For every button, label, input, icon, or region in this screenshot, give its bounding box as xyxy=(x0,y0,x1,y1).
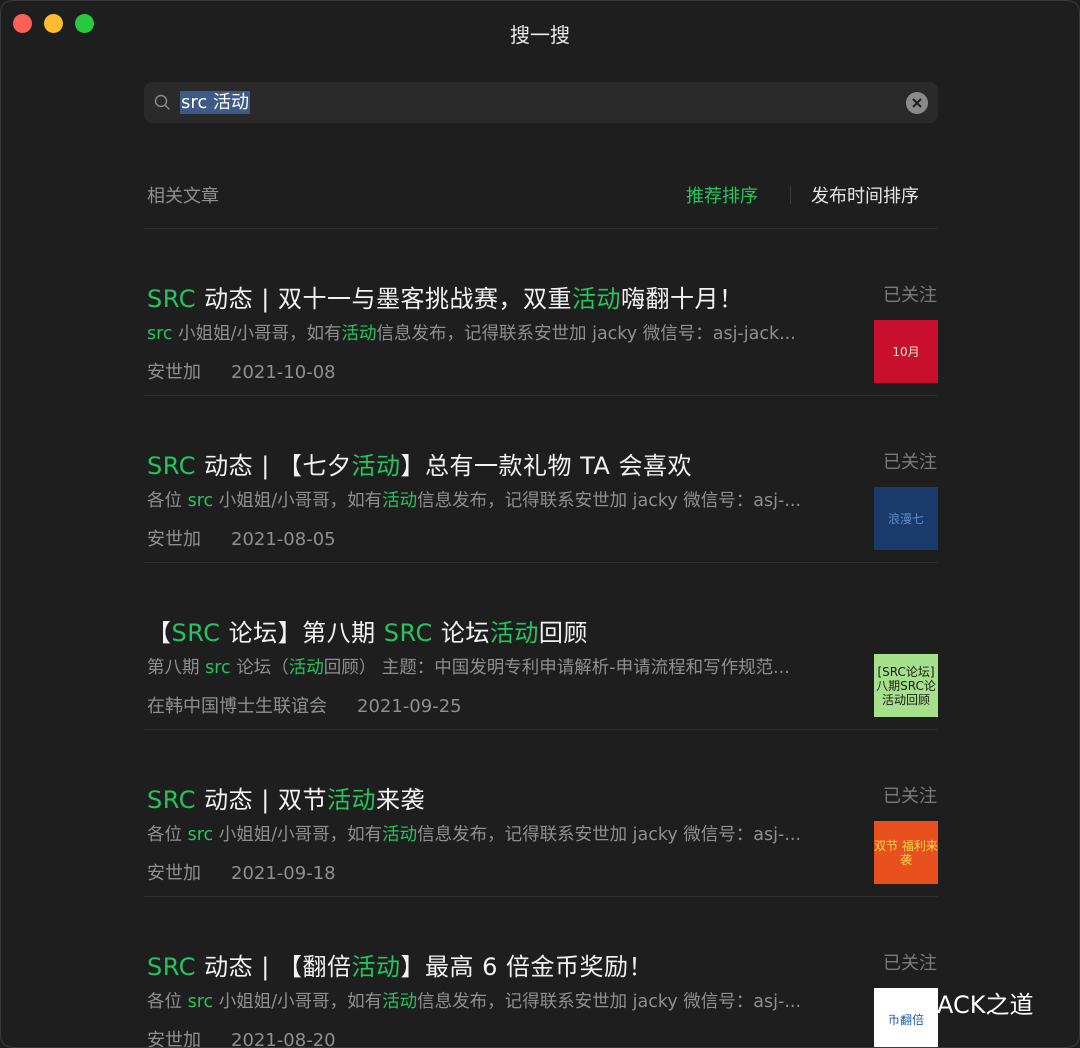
results-list: SRC 动态 | 双十一与墨客挑战赛，双重活动嗨翻十月！ src 小姐姐/小哥哥，… xyxy=(1,229,1079,1048)
highlight-text: src xyxy=(187,491,214,511)
highlight-text: SRC xyxy=(147,285,196,313)
highlight-text: SRC xyxy=(147,953,196,981)
highlight-text: SRC xyxy=(147,786,196,814)
sort-recommend-tab[interactable]: 推荐排序 xyxy=(686,182,758,208)
highlight-text: 活动 xyxy=(326,786,376,814)
result-meta: 安世加 2021-08-20 xyxy=(147,1026,336,1048)
result-date: 2021-09-25 xyxy=(357,696,462,717)
highlight-text: src xyxy=(205,658,231,678)
highlight-text: 活动 xyxy=(382,491,418,511)
result-thumbnail[interactable]: 10月 xyxy=(874,320,938,383)
text-segment: 动态 | 【七夕 xyxy=(195,452,352,480)
text-segment: 小姐姐/小哥哥，如有 xyxy=(213,825,383,845)
clear-search-icon[interactable] xyxy=(906,92,928,114)
search-input[interactable]: src 活动 xyxy=(180,91,251,114)
text-segment: 论坛 xyxy=(432,619,490,647)
text-segment: 】总有一款礼物 TA 会喜欢 xyxy=(400,452,692,480)
result-snippet: 各位 src 小姐姐/小哥哥，如有活动信息发布，记得联系安世加 jacky 微信… xyxy=(147,487,801,512)
highlight-text: 活动 xyxy=(489,619,539,647)
text-segment: 【 xyxy=(147,619,172,647)
text-segment: 论坛】第八期 xyxy=(220,619,384,647)
result-thumbnail[interactable]: [SRC论坛] 八期SRC论 活动回顾 xyxy=(874,654,938,717)
result-title[interactable]: SRC 动态 | 【翻倍活动】最高 6 倍金币奖励！ xyxy=(147,947,653,982)
result-snippet: src 小姐姐/小哥哥，如有活动信息发布，记得联系安世加 jacky 微信号：a… xyxy=(147,320,796,345)
result-source[interactable]: 安世加 xyxy=(147,863,201,884)
result-date: 2021-08-05 xyxy=(231,529,336,550)
result-source[interactable]: 安世加 xyxy=(147,1030,201,1047)
result-title[interactable]: SRC 动态 | 双节活动来袭 xyxy=(147,780,425,815)
highlight-text: 活动 xyxy=(341,324,377,344)
text-segment: 各位 xyxy=(147,491,188,511)
text-segment: 小姐姐/小哥哥，如有 xyxy=(213,491,383,511)
search-bar[interactable]: src 活动 xyxy=(144,82,938,123)
result-source[interactable]: 安世加 xyxy=(147,529,201,550)
text-segment: 动态 | 双十一与墨客挑战赛，双重 xyxy=(195,285,572,313)
result-date: 2021-08-20 xyxy=(231,1030,336,1048)
result-thumbnail[interactable]: 双节 福利来袭 xyxy=(874,821,938,884)
result-date: 2021-10-08 xyxy=(231,362,336,383)
result-thumbnail[interactable]: 浪漫七 xyxy=(874,487,938,550)
sort-time-tab[interactable]: 发布时间排序 xyxy=(811,182,919,208)
result-date: 2021-09-18 xyxy=(231,863,336,884)
highlight-text: 活动 xyxy=(382,825,418,845)
highlight-text: src xyxy=(187,825,214,845)
highlight-text: SRC xyxy=(147,452,196,480)
highlight-text: 活动 xyxy=(351,953,401,981)
follow-status: 已关注 xyxy=(883,285,937,306)
result-item[interactable]: 【SRC 论坛】第八期 SRC 论坛活动回顾 第八期 src 论坛（活动回顾） 主… xyxy=(144,563,938,730)
highlight-text: 活动 xyxy=(571,285,621,313)
highlight-text: src xyxy=(187,992,214,1012)
text-segment: 信息发布，记得联系安世加 jacky 微信号：asj-... xyxy=(417,825,802,845)
result-snippet: 第八期 src 论坛（活动回顾） 主题：中国发明专利申请解析-申请流程和写作规范… xyxy=(147,654,790,679)
watermark-text: HACK之道 xyxy=(919,991,1034,1019)
text-segment: 各位 xyxy=(147,992,188,1012)
highlight-text: src xyxy=(147,324,173,344)
result-snippet: 各位 src 小姐姐/小哥哥，如有活动信息发布，记得联系安世加 jacky 微信… xyxy=(147,988,801,1013)
text-segment: 】最高 6 倍金币奖励！ xyxy=(400,953,653,981)
text-segment: 来袭 xyxy=(375,786,425,814)
result-source[interactable]: 在韩中国博士生联谊会 xyxy=(147,696,327,717)
result-source[interactable]: 安世加 xyxy=(147,362,201,383)
text-segment: 信息发布，记得联系安世加 jacky 微信号：asj-jack... xyxy=(376,324,796,344)
text-segment: 各位 xyxy=(147,825,188,845)
search-icon xyxy=(154,94,170,110)
text-segment: 动态 | 双节 xyxy=(195,786,327,814)
text-segment: 动态 | 【翻倍 xyxy=(195,953,352,981)
result-title[interactable]: 【SRC 论坛】第八期 SRC 论坛活动回顾 xyxy=(147,613,588,648)
highlight-text: SRC xyxy=(383,619,433,647)
watermark: HACK之道 xyxy=(873,985,1034,1020)
result-snippet: 各位 src 小姐姐/小哥哥，如有活动信息发布，记得联系安世加 jacky 微信… xyxy=(147,821,801,846)
highlight-text: SRC xyxy=(171,619,221,647)
section-label: 相关文章 xyxy=(147,186,219,207)
text-segment: 嗨翻十月！ xyxy=(620,285,744,313)
text-segment: 小姐姐/小哥哥，如有 xyxy=(172,324,342,344)
text-segment: 论坛（ xyxy=(230,658,289,678)
divider xyxy=(790,186,791,204)
result-meta: 安世加 2021-08-05 xyxy=(147,525,336,551)
follow-status: 已关注 xyxy=(883,953,937,974)
text-segment: 信息发布，记得联系安世加 jacky 微信号：asj-... xyxy=(417,491,802,511)
window-title: 搜一搜 xyxy=(510,23,570,47)
follow-status: 已关注 xyxy=(883,452,937,473)
result-item[interactable]: SRC 动态 | 双十一与墨客挑战赛，双重活动嗨翻十月！ src 小姐姐/小哥哥，… xyxy=(144,229,938,396)
result-item[interactable]: SRC 动态 | 【翻倍活动】最高 6 倍金币奖励！ 各位 src 小姐姐/小哥哥… xyxy=(144,897,938,1048)
result-item[interactable]: SRC 动态 | 【七夕活动】总有一款礼物 TA 会喜欢 各位 src 小姐姐/小… xyxy=(144,396,938,563)
highlight-text: 活动 xyxy=(382,992,418,1012)
result-meta: 安世加 2021-09-18 xyxy=(147,859,336,885)
app-window: 搜一搜 src 活动 相关文章 推荐排序 发布时间排序 SRC 动态 | 双十一… xyxy=(0,0,1080,1048)
result-title[interactable]: SRC 动态 | 双十一与墨客挑战赛，双重活动嗨翻十月！ xyxy=(147,279,743,314)
text-segment: 回顾 xyxy=(538,619,588,647)
result-meta: 在韩中国博士生联谊会 2021-09-25 xyxy=(147,692,462,718)
text-segment: 信息发布，记得联系安世加 jacky 微信号：asj-... xyxy=(417,992,802,1012)
highlight-text: 活动 xyxy=(351,452,401,480)
highlight-text: 活动 xyxy=(288,658,324,678)
wechat-logo-icon xyxy=(874,988,911,1016)
text-segment: 回顾） 主题：中国发明专利申请解析-申请流程和写作规范... xyxy=(323,658,790,678)
result-meta: 安世加 2021-10-08 xyxy=(147,358,336,384)
result-item[interactable]: SRC 动态 | 双节活动来袭 各位 src 小姐姐/小哥哥，如有活动信息发布，记… xyxy=(144,730,938,897)
text-segment: 小姐姐/小哥哥，如有 xyxy=(213,992,383,1012)
text-segment: 第八期 xyxy=(147,658,206,678)
result-title[interactable]: SRC 动态 | 【七夕活动】总有一款礼物 TA 会喜欢 xyxy=(147,446,692,481)
follow-status: 已关注 xyxy=(883,786,937,807)
